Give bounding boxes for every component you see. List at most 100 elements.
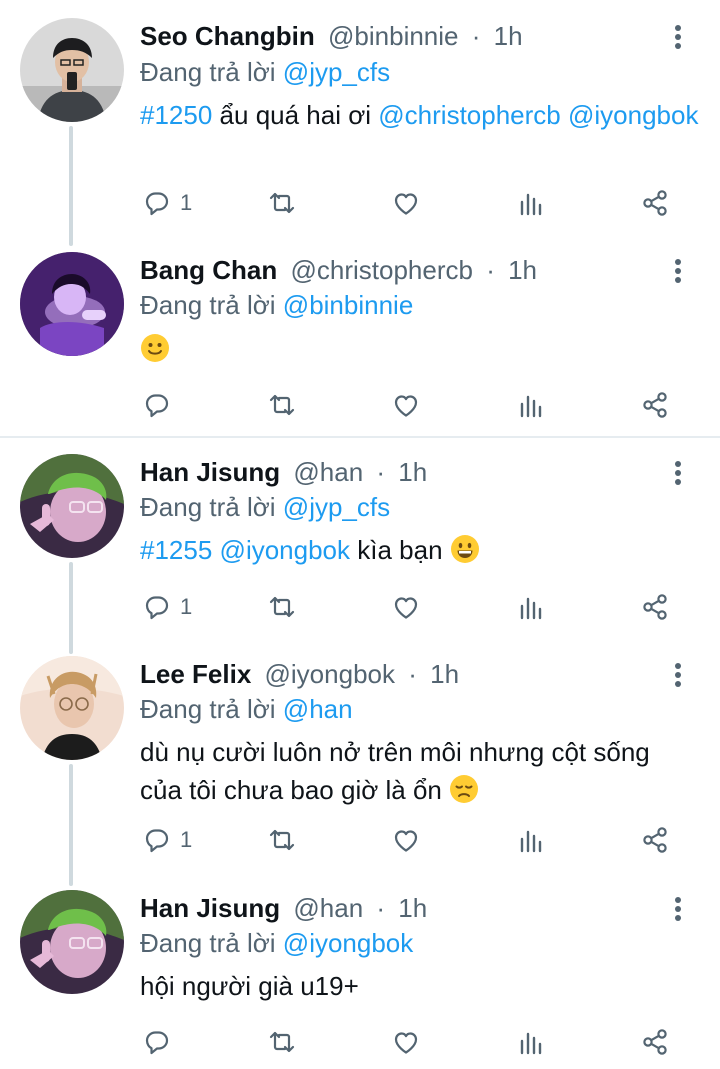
reply-mention[interactable]: @jyp_cfs	[283, 492, 390, 522]
retweet-button[interactable]	[267, 820, 297, 860]
replying-to: Đang trả lời @binbinnie	[140, 288, 413, 322]
mention-link[interactable]: @christophercb	[378, 100, 560, 130]
tweet-body: hội người già u19+	[140, 971, 359, 1001]
mention-link[interactable]: @iyongbok	[220, 535, 350, 565]
reply-count: 1	[180, 594, 193, 619]
more-vertical-icon[interactable]	[664, 254, 692, 288]
display-name[interactable]: Han Jisung	[140, 893, 280, 923]
views-button[interactable]	[516, 820, 546, 860]
reply-count: 1	[180, 827, 193, 852]
like-button[interactable]	[391, 183, 421, 223]
reply-icon	[145, 829, 169, 853]
heart-icon	[394, 395, 418, 417]
tweet-actions: 1	[0, 183, 720, 223]
more-vertical-icon[interactable]	[664, 892, 692, 926]
share-button[interactable]	[640, 183, 670, 223]
retweet-button[interactable]	[267, 385, 297, 425]
avatar[interactable]	[20, 18, 124, 122]
reply-mention[interactable]: @jyp_cfs	[283, 57, 390, 87]
tweet-header: Han Jisung @han · 1h	[140, 891, 427, 925]
hashtag-link[interactable]: #1250	[140, 100, 212, 130]
retweet-button[interactable]	[267, 587, 297, 627]
analytics-icon	[520, 193, 542, 216]
display-name[interactable]: Seo Changbin	[140, 21, 315, 51]
username[interactable]: @binbinnie	[328, 21, 458, 51]
display-name[interactable]: Bang Chan	[140, 255, 277, 285]
timestamp[interactable]: 1h	[398, 457, 427, 487]
separator-dot: ·	[376, 893, 386, 923]
views-button[interactable]	[516, 587, 546, 627]
replying-to: Đang trả lời @han	[140, 692, 353, 726]
share-button[interactable]	[640, 820, 670, 860]
avatar[interactable]	[20, 252, 124, 356]
reply-mention[interactable]: @han	[283, 694, 353, 724]
replying-to: Đang trả lời @jyp_cfs	[140, 55, 390, 89]
slightly-smiling-face-emoji	[141, 334, 169, 362]
replying-to: Đang trả lời @jyp_cfs	[140, 490, 390, 524]
like-button[interactable]	[391, 1022, 421, 1062]
timestamp[interactable]: 1h	[508, 255, 537, 285]
more-vertical-icon[interactable]	[664, 456, 692, 490]
more-vertical-icon[interactable]	[664, 20, 692, 54]
more-vertical-icon[interactable]	[664, 658, 692, 692]
tweet-header: Seo Changbin @binbinnie · 1h	[140, 19, 523, 53]
retweet-button[interactable]	[267, 183, 297, 223]
tweet-text: dù nụ cười luôn nở trên môi nhưng cột số…	[140, 733, 690, 809]
heart-icon	[394, 597, 418, 619]
grinning-face-emoji	[450, 535, 479, 563]
share-button[interactable]	[640, 587, 670, 627]
views-button[interactable]	[516, 1022, 546, 1062]
tweet-actions: 1	[0, 587, 720, 627]
reply-icon	[145, 1031, 169, 1055]
reply-button[interactable]: 1	[142, 587, 192, 627]
retweet-button[interactable]	[267, 1022, 297, 1062]
display-name[interactable]: Lee Felix	[140, 659, 251, 689]
timestamp[interactable]: 1h	[494, 21, 523, 51]
share-button[interactable]	[640, 1022, 670, 1062]
reply-icon	[145, 394, 169, 418]
username[interactable]: @han	[293, 457, 363, 487]
separator-dot: ·	[486, 255, 495, 285]
like-button[interactable]	[391, 587, 421, 627]
username[interactable]: @han	[293, 893, 363, 923]
tweet-text: #1250 ẩu quá hai ơi @christophercb @iyon…	[140, 96, 700, 134]
avatar[interactable]	[20, 454, 124, 558]
tweet-actions	[0, 1022, 720, 1062]
analytics-icon	[520, 1032, 542, 1055]
reply-mention[interactable]: @iyongbok	[283, 928, 413, 958]
heart-icon	[394, 830, 418, 852]
separator-dot: ·	[471, 21, 481, 51]
share-icon	[643, 594, 667, 620]
share-icon	[643, 392, 667, 418]
views-button[interactable]	[516, 385, 546, 425]
reply-mention[interactable]: @binbinnie	[283, 290, 413, 320]
avatar[interactable]	[20, 656, 124, 760]
reply-button[interactable]	[142, 385, 172, 425]
views-button[interactable]	[516, 183, 546, 223]
share-button[interactable]	[640, 385, 670, 425]
reply-button[interactable]	[142, 1022, 172, 1062]
like-button[interactable]	[391, 820, 421, 860]
hashtag-link[interactable]: #1255	[140, 535, 212, 565]
disappointed-face-emoji	[450, 775, 479, 803]
tweet-text: #1255 @iyongbok kìa bạn	[140, 531, 700, 569]
reply-button[interactable]: 1	[142, 183, 192, 223]
thread-divider	[0, 436, 720, 438]
reply-icon	[145, 192, 169, 216]
separator-dot: ·	[376, 457, 386, 487]
like-button[interactable]	[391, 385, 421, 425]
analytics-icon	[520, 395, 542, 418]
username[interactable]: @christophercb	[290, 255, 472, 285]
display-name[interactable]: Han Jisung	[140, 457, 280, 487]
mention-link[interactable]: @iyongbok	[568, 100, 698, 130]
avatar[interactable]	[20, 890, 124, 994]
timestamp[interactable]: 1h	[398, 893, 427, 923]
tweet-header: Lee Felix @iyongbok · 1h	[140, 657, 459, 691]
retweet-icon	[269, 1031, 295, 1053]
tweet-actions: 1	[0, 820, 720, 860]
share-icon	[643, 1029, 667, 1055]
replying-to-label: Đang trả lời	[140, 694, 276, 724]
timestamp[interactable]: 1h	[430, 659, 459, 689]
username[interactable]: @iyongbok	[265, 659, 395, 689]
reply-button[interactable]: 1	[142, 820, 192, 860]
